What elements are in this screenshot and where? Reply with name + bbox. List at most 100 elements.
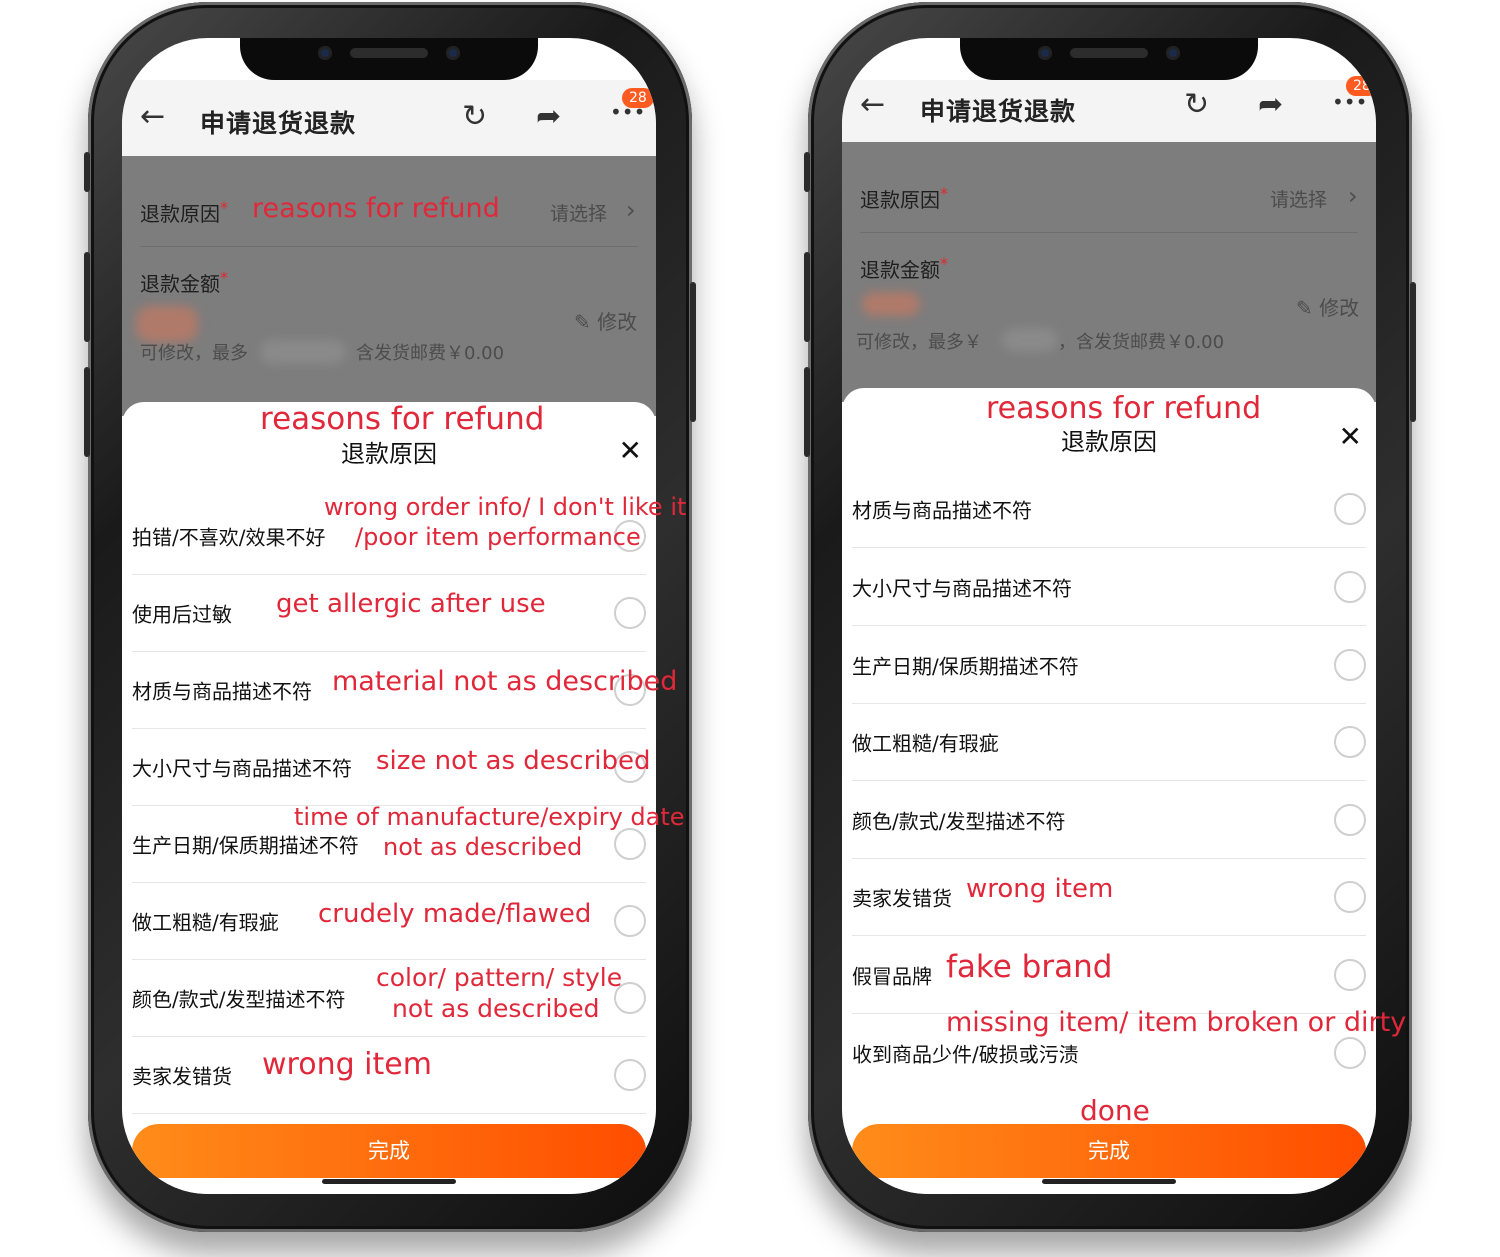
option-color[interactable]: 颜色/款式/发型描述不符: [852, 781, 1366, 859]
option-label: 大小尺寸与商品描述不符: [852, 576, 1072, 600]
refresh-icon[interactable]: ↻: [1184, 90, 1209, 120]
annotation-manufacture-2: not as described: [383, 833, 583, 861]
done-button[interactable]: 完成: [132, 1124, 646, 1178]
option-label: 颜色/款式/发型描述不符: [132, 987, 346, 1011]
app-bar: ← 申请退货退款 ↻ ➦ ••• 28: [122, 80, 656, 156]
volume-up-button: [804, 252, 810, 342]
option-label: 材质与商品描述不符: [132, 679, 312, 703]
speaker: [1070, 48, 1148, 58]
notification-badge: 28: [622, 88, 654, 108]
amount-hint: 可修改，最多￥: [856, 332, 982, 353]
phone-right: ← 申请退货退款 ↻ ➦ ••• 28 退款原因* 请选择 › 退款金额* ✎ …: [804, 2, 1416, 1232]
option-material[interactable]: 材质与商品描述不符: [852, 470, 1366, 548]
option-label: 收到商品少件/破损或污渍: [852, 1042, 1079, 1066]
required-mark: *: [940, 254, 948, 273]
radio-icon[interactable]: [614, 596, 646, 629]
annotation-wrong-item: wrong item: [262, 1047, 432, 1082]
volume-down-button: [84, 367, 90, 457]
option-label: 材质与商品描述不符: [852, 498, 1032, 522]
annotation-color-1: color/ pattern/ style: [376, 963, 623, 992]
edit-icon: ✎: [574, 310, 591, 334]
radio-icon[interactable]: [1334, 958, 1366, 991]
radio-icon[interactable]: [1334, 570, 1366, 603]
option-label: 生产日期/保质期描述不符: [132, 833, 359, 857]
amount-hint-comma: ，: [1058, 332, 1076, 353]
reason-placeholder[interactable]: 请选择: [550, 199, 607, 226]
page-title: 申请退货退款: [920, 97, 1077, 126]
edit-button[interactable]: ✎ 修改: [1296, 292, 1359, 321]
annotation-reasons-for-refund: reasons for refund: [252, 193, 500, 224]
annotation-done: done: [1080, 1094, 1150, 1127]
annotation-material: material not as described: [332, 666, 678, 697]
reason-row[interactable]: 退款原因*: [140, 198, 228, 227]
volume-up-button: [84, 252, 90, 342]
annotation-wrong-item: wrong item: [966, 874, 1114, 904]
radio-icon[interactable]: [1334, 492, 1366, 525]
home-indicator: [1042, 1179, 1176, 1184]
annotation-missing: missing item/ item broken or dirty: [946, 1007, 1407, 1038]
reason-row[interactable]: 退款原因*: [860, 184, 948, 213]
divider: [860, 232, 1358, 233]
radio-icon[interactable]: [1334, 1036, 1366, 1069]
reason-label: 退款原因: [140, 202, 220, 226]
shipping-hint: 含发货邮费￥0.00: [1076, 332, 1225, 353]
blurred-amount: [862, 292, 920, 316]
power-button: [1410, 282, 1416, 422]
radio-icon[interactable]: [1334, 880, 1366, 913]
amount-hint: 可修改，最多: [140, 343, 248, 364]
share-icon[interactable]: ➦: [1258, 90, 1283, 120]
mute-switch: [84, 152, 90, 192]
option-size[interactable]: 大小尺寸与商品描述不符: [852, 548, 1366, 626]
option-crude[interactable]: 做工粗糙/有瑕疵: [852, 703, 1366, 781]
speaker: [350, 48, 428, 58]
power-button: [690, 282, 696, 422]
blurred-max: [260, 340, 346, 364]
volume-down-button: [804, 367, 810, 457]
required-mark: *: [220, 198, 228, 217]
radio-icon[interactable]: [1334, 803, 1366, 836]
option-label: 卖家发错货: [852, 886, 952, 910]
annotation-sheet-title: reasons for refund: [260, 401, 545, 437]
annotation-crude: crudely made/flawed: [318, 899, 592, 929]
reason-placeholder[interactable]: 请选择: [1270, 185, 1327, 212]
edit-button[interactable]: ✎ 修改: [574, 306, 637, 335]
close-icon[interactable]: ✕: [1339, 420, 1362, 453]
notification-badge: 28: [1346, 76, 1376, 96]
radio-icon[interactable]: [614, 904, 646, 937]
sheet-title: 退款原因: [1061, 428, 1157, 456]
radio-icon[interactable]: [614, 827, 646, 860]
amount-label: 退款金额: [860, 258, 940, 282]
notch: [960, 38, 1258, 80]
amount-row: 退款金额*: [140, 268, 228, 297]
radio-icon[interactable]: [614, 1058, 646, 1091]
camera: [1038, 46, 1052, 60]
mute-switch: [804, 152, 810, 192]
share-icon[interactable]: ➦: [536, 102, 561, 132]
refund-form: 退款原因* 请选择 › 退款金额* ✎ 修改 可修改，最多￥ ， 含发货邮费￥0…: [842, 142, 1376, 402]
home-indicator: [322, 1179, 456, 1184]
reason-label: 退款原因: [860, 188, 940, 212]
annotation-size: size not as described: [376, 746, 651, 776]
option-label: 卖家发错货: [132, 1064, 232, 1088]
chevron-right-icon: ›: [1348, 182, 1358, 210]
amount-label: 退款金额: [140, 272, 220, 296]
chevron-right-icon: ›: [626, 196, 636, 224]
radio-icon[interactable]: [1334, 725, 1366, 758]
done-button[interactable]: 完成: [852, 1124, 1366, 1178]
required-mark: *: [220, 268, 228, 287]
annotation-manufacture-1: time of manufacture/expiry date: [294, 803, 685, 831]
annotation-fake-brand: fake brand: [946, 949, 1113, 985]
required-mark: *: [940, 184, 948, 203]
radio-icon[interactable]: [1334, 648, 1366, 681]
edit-icon: ✎: [1296, 296, 1313, 320]
option-date[interactable]: 生产日期/保质期描述不符: [852, 626, 1366, 704]
close-icon[interactable]: ✕: [619, 434, 642, 467]
edit-label: 修改: [1319, 296, 1360, 320]
refresh-icon[interactable]: ↻: [462, 102, 487, 132]
back-arrow-icon[interactable]: ←: [140, 102, 165, 132]
shipping-hint: 含发货邮费￥0.00: [356, 343, 505, 364]
notch: [240, 38, 538, 80]
blurred-amount: [136, 306, 198, 342]
option-label: 假冒品牌: [852, 964, 932, 988]
back-arrow-icon[interactable]: ←: [860, 90, 885, 120]
